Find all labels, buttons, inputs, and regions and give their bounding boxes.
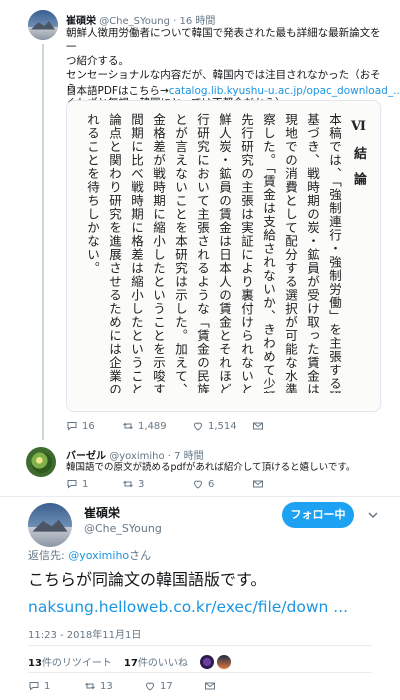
like-count: 17 <box>160 680 173 692</box>
avatar[interactable] <box>28 10 58 40</box>
image-text-column: 先行研究の主張は実証により裏付けられないということを確 <box>239 113 254 393</box>
retweet-count: 13 <box>100 680 113 692</box>
reply-icon <box>29 682 39 691</box>
reply-count: 1 <box>82 478 89 490</box>
like-count: 6 <box>208 478 215 490</box>
pdf-prefix: 日本語PDFはこちら→ <box>66 85 169 97</box>
tweet-header: 崔碩栄 @Che_SYoung · 16 時間 <box>66 16 216 27</box>
image-text-column: 論点と関わり研究を進展させるためには企業のレベルでの資 <box>107 113 122 393</box>
reply-context: 返信先: @yoximihoさん <box>28 547 151 563</box>
tweet-actions: 16 1,489 1,514 <box>66 420 264 432</box>
attached-image[interactable]: Ⅵ 結 論 本稿では、「強制連行・強制労働」を主張する研究者が刊行 基づき、戦時… <box>66 100 381 412</box>
heart-icon <box>193 422 203 431</box>
reply-handle[interactable]: @yoximiho <box>68 549 129 562</box>
avatar[interactable] <box>26 447 56 477</box>
follow-button[interactable]: フォロー中 <box>282 502 354 528</box>
tweet-timestamp[interactable]: 11:23 - 2018年11月1日 <box>28 626 141 641</box>
retweet-icon <box>123 480 133 488</box>
reply-count: 1 <box>44 680 51 692</box>
reply-button[interactable]: 16 <box>66 420 122 432</box>
image-text-column: 行研究において主張されるような「賃金の民族差別」があっ <box>195 113 210 393</box>
image-text-column: 間期に比べ戦時期に格差は縮小したということを示す事例が <box>129 113 144 393</box>
reply-button[interactable]: 1 <box>66 478 122 490</box>
tweet-text-line: つ紹介する。 <box>66 55 129 67</box>
likes-stat[interactable]: 17件のいいね <box>124 654 188 669</box>
tweet-actions: 1 13 17 <box>28 680 216 692</box>
retweet-count: 3 <box>138 478 145 490</box>
avatar[interactable] <box>28 503 72 547</box>
retweets-label: 件のリツイート <box>41 658 112 669</box>
tweet-text: こちらが同論文の韓国語版です。 <box>28 570 267 589</box>
retweets-count: 13 <box>28 658 42 669</box>
tweet-text: 韓国語での原文が読めるpdfがあれば紹介して頂けると嬉しいです。 <box>66 462 356 473</box>
tweet-actions: 1 3 6 <box>66 478 264 490</box>
divider <box>0 496 400 497</box>
image-text-column: 鮮人炭・鉱員の賃金は日本人の賃金とそれほど大きな差はな <box>217 113 232 393</box>
thread-line <box>42 44 44 440</box>
tweet-stats: 13件のリツイート 17件のいいね <box>28 654 231 669</box>
retweets-stat[interactable]: 13件のリツイート <box>28 654 112 669</box>
message-button[interactable] <box>252 420 264 432</box>
image-text-column: れることを待ちしかない。 <box>85 113 100 275</box>
reply-suffix: さん <box>129 549 152 562</box>
retweet-count: 1,489 <box>138 420 167 432</box>
reply-icon <box>67 480 77 489</box>
tweet-header: バーゼル @yoximiho · 7 時間 <box>66 451 204 462</box>
retweet-button[interactable]: 3 <box>122 478 192 490</box>
message-button[interactable] <box>252 478 264 490</box>
divider <box>28 645 372 646</box>
likes-label: 件のいいね <box>137 658 188 669</box>
like-button[interactable]: 1,514 <box>192 420 252 432</box>
mail-icon <box>253 480 263 488</box>
image-text-column: 基づき、戦時期の炭・鉱員が受け取った賃金は朝鮮の家族に <box>305 113 320 393</box>
tweet-1[interactable]: 崔碩栄 @Che_SYoung · 16 時間 朝鮮人徴用労働者について韓国で発… <box>0 0 400 440</box>
chevron-down-icon[interactable] <box>368 510 378 520</box>
retweet-icon <box>123 422 133 430</box>
tweet-link[interactable]: naksung.helloweb.co.kr/exec/file/down ..… <box>28 598 348 616</box>
mail-icon <box>253 422 263 430</box>
like-count: 1,514 <box>208 420 237 432</box>
pdf-link[interactable]: catalog.lib.kyushu-u.ac.jp/opac_download… <box>169 85 400 97</box>
reply-icon <box>67 422 77 431</box>
image-text-column: 本稿では、「強制連行・強制労働」を主張する研究者が刊行 <box>327 113 342 393</box>
image-text-column: 現地での消費として配分する選択が可能な水準であったとい <box>283 113 298 393</box>
image-section-title: Ⅵ 結 論 <box>351 119 366 190</box>
retweet-button[interactable]: 13 <box>84 680 144 692</box>
image-text-column: 金格差が戦時期に縮小したということを示唆する研究と資料 <box>151 113 166 393</box>
message-button[interactable] <box>204 680 216 692</box>
image-text-column: 察した。「賃金は支給されないか、きわめて少額に過ぎなかっ <box>261 113 276 393</box>
heart-icon <box>145 682 155 691</box>
pdf-line: 日本語PDFはこちら→catalog.lib.kyushu-u.ac.jp/op… <box>66 84 400 98</box>
liker-avatars <box>199 654 231 669</box>
heart-icon <box>193 480 203 489</box>
tweet-text-line: 朝鮮人徴用労働者について韓国で発表された最も詳細な最新論文を一 <box>66 27 381 53</box>
mail-icon <box>205 682 215 690</box>
reply-prefix: 返信先: <box>28 549 69 562</box>
reply-button[interactable]: 1 <box>28 680 84 692</box>
divider <box>28 672 372 673</box>
author-name[interactable]: 崔碩栄 <box>84 504 120 521</box>
likes-count: 17 <box>123 658 138 669</box>
like-button[interactable]: 17 <box>144 680 204 692</box>
like-button[interactable]: 6 <box>192 478 252 490</box>
image-text-column: とが言えないことを本研究は示した。加えて、朝鮮人と日本 <box>173 113 188 393</box>
avatar[interactable] <box>199 654 214 669</box>
avatar[interactable] <box>216 654 231 669</box>
author-handle[interactable]: @Che_SYoung <box>84 522 162 535</box>
reply-count: 16 <box>82 420 95 432</box>
retweet-button[interactable]: 1,489 <box>122 420 192 432</box>
retweet-icon <box>85 682 95 690</box>
